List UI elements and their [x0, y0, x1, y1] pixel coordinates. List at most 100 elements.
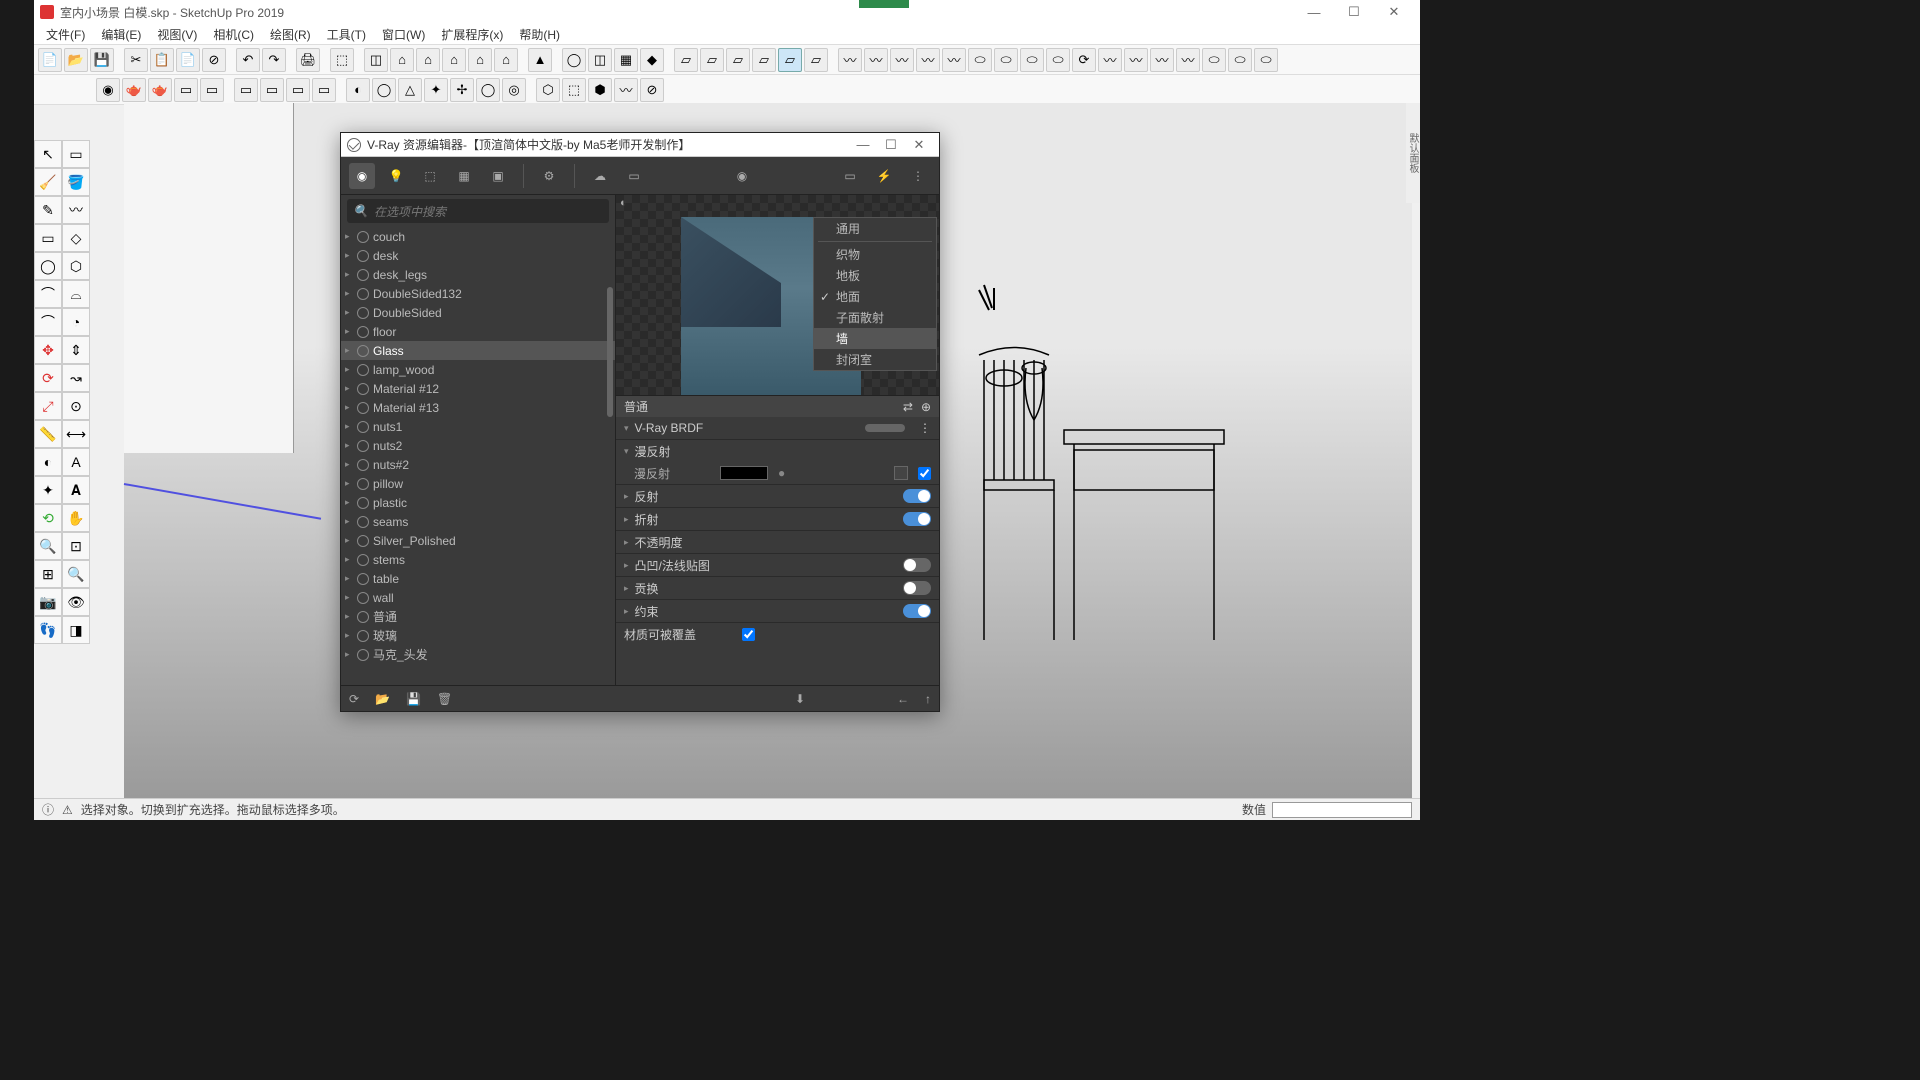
back-icon[interactable]: ←: [897, 692, 909, 706]
tray-tab[interactable]: 默认面板: [1406, 103, 1420, 203]
tool-look[interactable]: 👁: [62, 588, 90, 616]
curve-3[interactable]: 〰: [890, 48, 914, 72]
menu-view[interactable]: 视图(V): [151, 24, 203, 45]
material-item[interactable]: ▸couch: [341, 227, 615, 246]
tool-text[interactable]: A: [62, 448, 90, 476]
vray-obj5[interactable]: ⊘: [640, 78, 664, 102]
vray-shape4[interactable]: ✦: [424, 78, 448, 102]
tool-tape[interactable]: 📏: [34, 420, 62, 448]
vray-tab-geometry[interactable]: ⬚: [417, 163, 443, 189]
material-item[interactable]: ▸nuts#2: [341, 455, 615, 474]
curve-5[interactable]: 〰: [942, 48, 966, 72]
tool-redo[interactable]: ↷: [262, 48, 286, 72]
maximize-button[interactable]: ☐: [1334, 4, 1374, 20]
material-item[interactable]: ▸seams: [341, 512, 615, 531]
folder-open-icon[interactable]: 📂: [375, 692, 390, 706]
reflection-toggle[interactable]: [903, 489, 931, 503]
material-item[interactable]: ▸马克_头发: [341, 645, 615, 664]
material-item[interactable]: ▸Material #13: [341, 398, 615, 417]
vray-view2[interactable]: ▭: [260, 78, 284, 102]
vray-view4[interactable]: ▭: [312, 78, 336, 102]
tool-iso[interactable]: ◫: [364, 48, 388, 72]
context-menu-item[interactable]: 子面散射: [814, 307, 936, 328]
vray-tab-settings[interactable]: ⚙: [536, 163, 562, 189]
menu-camera[interactable]: 相机(C): [207, 24, 260, 45]
tool-freehand[interactable]: 〰: [62, 196, 90, 224]
refresh-icon[interactable]: ⟳: [349, 692, 359, 706]
bump-section[interactable]: ▸凸凹/法线贴图: [616, 554, 939, 576]
value-input[interactable]: [1272, 802, 1412, 818]
material-item[interactable]: ▸stems: [341, 550, 615, 569]
tool-axes[interactable]: ✦: [34, 476, 62, 504]
curve-1[interactable]: 〰: [838, 48, 862, 72]
menu-help[interactable]: 帮助(H): [513, 24, 566, 45]
tool-xray[interactable]: ◯: [562, 48, 586, 72]
material-item[interactable]: ▸floor: [341, 322, 615, 341]
bump-toggle[interactable]: [903, 558, 931, 572]
menu-draw[interactable]: 绘图(R): [264, 24, 317, 45]
vray-tab-frame[interactable]: ▭: [621, 163, 647, 189]
tool-copy[interactable]: 📋: [150, 48, 174, 72]
tool-top[interactable]: ⌂: [390, 48, 414, 72]
tool-section[interactable]: ◨: [62, 616, 90, 644]
vray-tab-materials[interactable]: ◉: [349, 163, 375, 189]
context-menu-item[interactable]: 通用: [814, 218, 936, 239]
vray-search[interactable]: 🔍 在选项中搜索: [347, 199, 609, 223]
tool-front[interactable]: ⌂: [416, 48, 440, 72]
tool-push[interactable]: ⇕: [62, 336, 90, 364]
vray-teapot2[interactable]: 🫖: [148, 78, 172, 102]
material-item[interactable]: ▸nuts1: [341, 417, 615, 436]
menu-file[interactable]: 文件(F): [40, 24, 91, 45]
tool-move[interactable]: ✥: [34, 336, 62, 364]
diffuse-section[interactable]: ▾漫反射: [616, 440, 939, 462]
tool-right[interactable]: ⌂: [494, 48, 518, 72]
add-layer-icon[interactable]: ⊕: [921, 400, 931, 414]
tool-paint[interactable]: 🪣: [62, 168, 90, 196]
curve-2[interactable]: 〰: [864, 48, 888, 72]
curve-11[interactable]: 〰: [1098, 48, 1122, 72]
tool-offset[interactable]: ⊙: [62, 392, 90, 420]
tool-undo[interactable]: ↶: [236, 48, 260, 72]
tool-prev[interactable]: 🔍: [62, 560, 90, 588]
override-checkbox[interactable]: [742, 628, 755, 641]
menu-window[interactable]: 窗口(W): [376, 24, 431, 45]
tool-line[interactable]: ✎: [34, 196, 62, 224]
material-item[interactable]: ▸lamp_wood: [341, 360, 615, 379]
tool-open[interactable]: 📂: [64, 48, 88, 72]
bind-toggle[interactable]: [903, 604, 931, 618]
material-item[interactable]: ▸DoubleSided: [341, 303, 615, 322]
material-item[interactable]: ▸玻璃: [341, 626, 615, 645]
diffuse-color-swatch[interactable]: [720, 466, 768, 480]
material-item[interactable]: ▸wall: [341, 588, 615, 607]
vray-obj3[interactable]: ⬢: [588, 78, 612, 102]
vray-minimize[interactable]: —: [849, 137, 877, 152]
curve-7[interactable]: ⬭: [994, 48, 1018, 72]
tool-save[interactable]: 💾: [90, 48, 114, 72]
vray-frame2[interactable]: ▭: [200, 78, 224, 102]
tool-cut[interactable]: ✂: [124, 48, 148, 72]
refraction-section[interactable]: ▸折射: [616, 508, 939, 530]
tool-position[interactable]: 📷: [34, 588, 62, 616]
material-item[interactable]: ▸plastic: [341, 493, 615, 512]
vray-close[interactable]: ✕: [905, 137, 933, 153]
reflection-section[interactable]: ▸反射: [616, 485, 939, 507]
tool-follow[interactable]: ↝: [62, 364, 90, 392]
curve-14[interactable]: 〰: [1176, 48, 1200, 72]
tool-circle[interactable]: ◯: [34, 252, 62, 280]
tool-pan[interactable]: ✋: [62, 504, 90, 532]
tool-walk[interactable]: 👣: [34, 616, 62, 644]
up-icon[interactable]: ↑: [925, 692, 931, 706]
menu-ext[interactable]: 扩展程序(x): [435, 24, 509, 45]
menu-tools[interactable]: 工具(T): [321, 24, 372, 45]
tool-rect[interactable]: ▭: [34, 224, 62, 252]
bind-section[interactable]: ▸约束: [616, 600, 939, 622]
tool-face4[interactable]: ▱: [752, 48, 776, 72]
context-menu-item[interactable]: 地面: [814, 286, 936, 307]
displace-section[interactable]: ▸贡换: [616, 577, 939, 599]
tool-zoomwin[interactable]: ⊡: [62, 532, 90, 560]
opacity-section[interactable]: ▸不透明度: [616, 531, 939, 553]
context-menu-item[interactable]: 封闭室: [814, 349, 936, 370]
vray-shape1[interactable]: ◐: [346, 78, 370, 102]
material-item[interactable]: ▸nuts2: [341, 436, 615, 455]
tool-rotrect[interactable]: ◇: [62, 224, 90, 252]
